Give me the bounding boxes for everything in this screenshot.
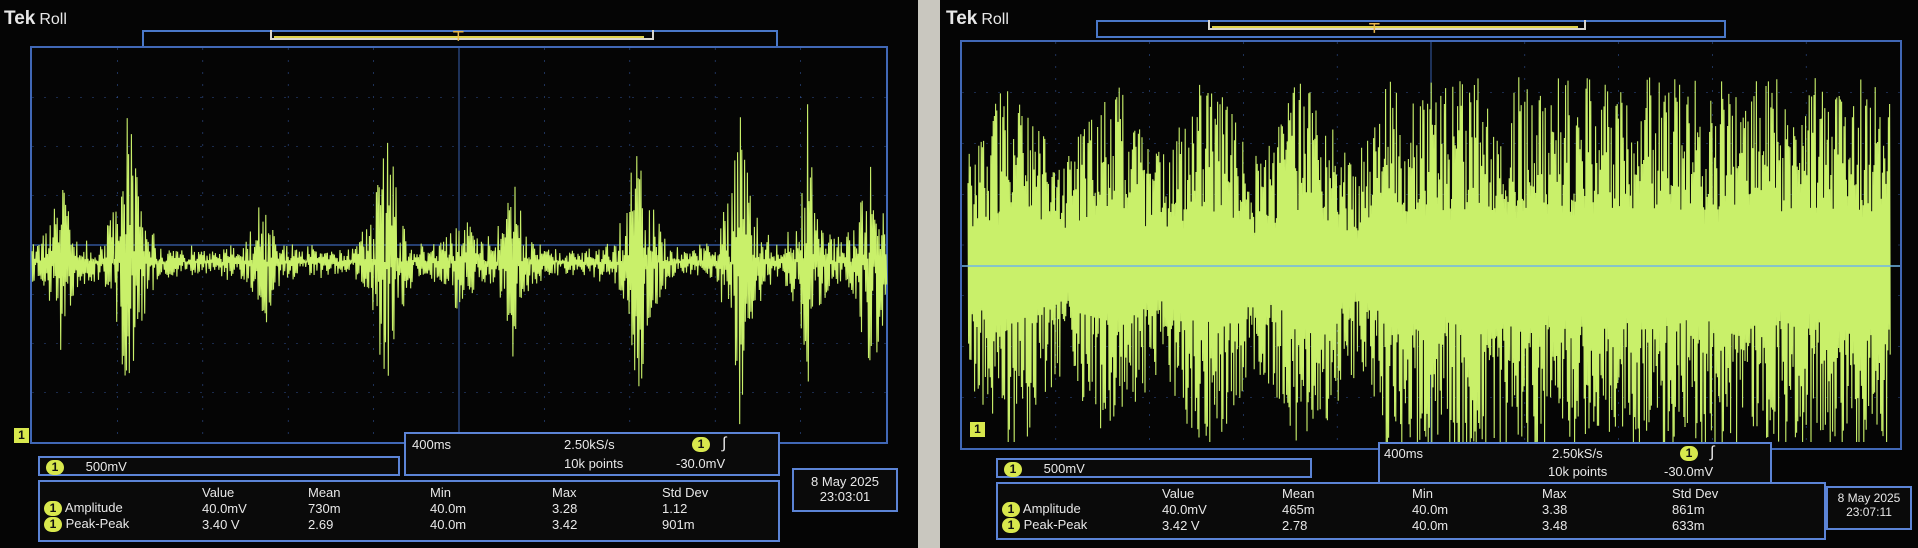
- measurement-name: Peak-Peak: [1023, 517, 1088, 532]
- measurement-name: Amplitude: [64, 500, 123, 515]
- date-label: 8 May 2025: [1837, 491, 1901, 505]
- date-label: 8 May 2025: [811, 474, 879, 489]
- oscilloscope-left: Tek Roll ⊤ 1 1 500mV 400ms 2.50kS/s 10k p…: [0, 0, 918, 548]
- trigger-level: -30.0mV: [676, 456, 726, 471]
- channel-badge: 1: [1002, 518, 1020, 533]
- time-label: 23:03:01: [819, 489, 871, 504]
- col-header: Value: [1162, 485, 1195, 501]
- col-header: Mean: [308, 484, 341, 500]
- table-row: 1 Amplitude 40.0mV 730m 40.0m 3.28 1.12: [44, 500, 772, 516]
- channel-badge: 1: [44, 517, 62, 532]
- channel-ground-marker[interactable]: 1: [14, 428, 29, 443]
- vertical-scale: 500mV: [1043, 461, 1085, 476]
- horizontal-info-box[interactable]: 400ms 2.50kS/s 10k points 1 ∫ -30.0mV: [1378, 442, 1772, 484]
- channel-scale-box[interactable]: 1 500mV: [996, 458, 1312, 478]
- trigger-channel-badge: 1: [1680, 446, 1698, 461]
- col-header: Value: [202, 484, 235, 500]
- record-length: 10k points: [564, 456, 624, 471]
- col-header: Std Dev: [662, 484, 709, 500]
- measurements-header-row: Value Mean Min Max Std Dev: [44, 484, 772, 500]
- measurement-name: Amplitude: [1022, 501, 1081, 516]
- col-header: Std Dev: [1672, 485, 1719, 501]
- table-row: 1 Peak-Peak 3.42 V 2.78 40.0m 3.48 633m: [1002, 517, 1802, 533]
- col-header: Min: [430, 484, 451, 500]
- channel-scale-box[interactable]: 1 500mV: [38, 456, 400, 476]
- channel-badge: 1: [1004, 462, 1022, 477]
- photo-divider: [918, 0, 940, 548]
- channel-badge: 1: [1002, 502, 1020, 517]
- col-header: Max: [552, 484, 577, 500]
- trigger-channel-badge: 1: [692, 437, 710, 452]
- channel-badge: 1: [44, 501, 62, 516]
- rising-edge-icon: ∫: [1710, 444, 1715, 461]
- measurements-table: Value Mean Min Max Std Dev 1 Amplitude 4…: [1002, 485, 1802, 533]
- sample-rate: 2.50kS/s: [1552, 446, 1603, 461]
- time-label: 23:07:11: [1846, 505, 1892, 519]
- timebase-value: 400ms: [1384, 446, 1424, 461]
- timebase-value: 400ms: [412, 437, 452, 452]
- col-header: Max: [1542, 485, 1567, 501]
- waveform-trace: [967, 77, 1891, 443]
- measurements-table: Value Mean Min Max Std Dev 1 Amplitude 4…: [44, 484, 772, 532]
- vertical-scale: 500mV: [85, 459, 127, 474]
- table-row: 1 Peak-Peak 3.40 V 2.69 40.0m 3.42 901m: [44, 516, 772, 532]
- oscilloscope-right: Tek Roll ⊤ 1 1 500mV 400ms 2.50kS/s 10k p…: [940, 0, 1918, 548]
- sample-rate: 2.50kS/s: [564, 437, 615, 452]
- channel-ground-marker[interactable]: 1: [970, 422, 985, 437]
- date-time-box[interactable]: 8 May 2025 23:07:11: [1826, 486, 1912, 530]
- date-time-box[interactable]: 8 May 2025 23:03:01: [792, 468, 898, 512]
- table-row: 1 Amplitude 40.0mV 465m 40.0m 3.38 861m: [1002, 501, 1802, 517]
- measurement-name: Peak-Peak: [65, 516, 130, 531]
- horizontal-info-box[interactable]: 400ms 2.50kS/s 10k points 1 ∫ -30.0mV: [404, 432, 780, 476]
- measurements-header-row: Value Mean Min Max Std Dev: [1002, 485, 1802, 501]
- trigger-level: -30.0mV: [1664, 464, 1714, 479]
- record-length: 10k points: [1548, 464, 1608, 479]
- col-header: Min: [1412, 485, 1433, 501]
- rising-edge-icon: ∫: [722, 435, 727, 452]
- col-header: Mean: [1282, 485, 1315, 501]
- channel-badge: 1: [46, 460, 64, 475]
